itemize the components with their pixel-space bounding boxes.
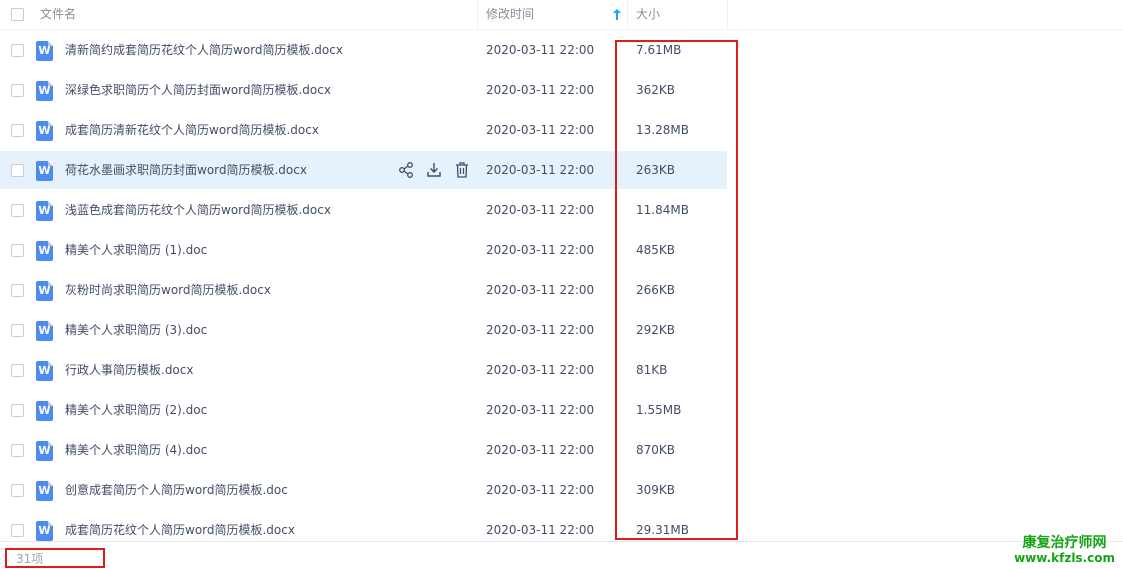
word-file-icon: W xyxy=(36,481,53,501)
file-name[interactable]: 精美个人求职简历 (2).doc xyxy=(65,391,207,429)
word-file-icon: W xyxy=(36,321,53,341)
file-modified-time: 2020-03-11 22:00 xyxy=(486,283,595,297)
column-header-modified-time[interactable]: 修改时间 xyxy=(486,0,534,29)
column-divider[interactable] xyxy=(477,0,478,29)
word-file-icon: W xyxy=(36,201,53,221)
size-column-highlight-box xyxy=(615,40,738,540)
file-name[interactable]: 浅蓝色成套简历花纹个人简历word简历模板.docx xyxy=(65,191,331,229)
file-name[interactable]: 行政人事简历模板.docx xyxy=(65,351,193,389)
row-checkbox[interactable] xyxy=(11,164,24,177)
row-checkbox[interactable] xyxy=(11,204,24,217)
file-modified-time: 2020-03-11 22:00 xyxy=(486,83,595,97)
file-modified-time: 2020-03-11 22:00 xyxy=(486,163,595,177)
row-checkbox[interactable] xyxy=(11,444,24,457)
file-name[interactable]: 成套简历清新花纹个人简历word简历模板.docx xyxy=(65,111,319,149)
file-modified-time: 2020-03-11 22:00 xyxy=(486,43,595,57)
file-name[interactable]: 精美个人求职简历 (3).doc xyxy=(65,311,207,349)
word-file-icon: W xyxy=(36,361,53,381)
word-file-icon: W xyxy=(36,441,53,461)
row-checkbox[interactable] xyxy=(11,524,24,537)
file-modified-time: 2020-03-11 22:00 xyxy=(486,403,595,417)
file-name[interactable]: 荷花水墨画求职简历封面word简历模板.docx xyxy=(65,151,307,189)
file-modified-time: 2020-03-11 22:00 xyxy=(486,203,595,217)
download-icon[interactable] xyxy=(426,161,442,179)
file-modified-time: 2020-03-11 22:00 xyxy=(486,123,595,137)
file-name[interactable]: 灰粉时尚求职简历word简历模板.docx xyxy=(65,271,271,309)
row-checkbox[interactable] xyxy=(11,84,24,97)
file-name[interactable]: 精美个人求职简历 (1).doc xyxy=(65,231,207,269)
row-checkbox[interactable] xyxy=(11,284,24,297)
row-checkbox[interactable] xyxy=(11,124,24,137)
word-file-icon: W xyxy=(36,41,53,61)
column-divider[interactable] xyxy=(627,0,628,29)
row-checkbox[interactable] xyxy=(11,484,24,497)
watermark-site-name: 康复治疗师网 xyxy=(1022,535,1107,551)
select-all-checkbox[interactable] xyxy=(11,8,24,21)
watermark: 康复治疗师网 www.kfzls.com xyxy=(1014,536,1115,566)
file-modified-time: 2020-03-11 22:00 xyxy=(486,483,595,497)
file-modified-time: 2020-03-11 22:00 xyxy=(486,363,595,377)
word-file-icon: W xyxy=(36,281,53,301)
watermark-url: www.kfzls.com xyxy=(1014,551,1115,565)
word-file-icon: W xyxy=(36,241,53,261)
row-checkbox[interactable] xyxy=(11,364,24,377)
file-modified-time: 2020-03-11 22:00 xyxy=(486,323,595,337)
share-icon[interactable] xyxy=(398,161,414,179)
file-modified-time: 2020-03-11 22:00 xyxy=(486,443,595,457)
row-checkbox[interactable] xyxy=(11,44,24,57)
word-file-icon: W xyxy=(36,401,53,421)
word-file-icon: W xyxy=(36,121,53,141)
item-count-highlight-box xyxy=(5,548,105,568)
sort-arrow-up-icon[interactable] xyxy=(612,8,622,21)
trash-icon[interactable] xyxy=(454,161,470,179)
file-name[interactable]: 深绿色求职简历个人简历封面word简历模板.docx xyxy=(65,71,331,109)
status-bar: 31项 xyxy=(0,541,1123,569)
column-header-size[interactable]: 大小 xyxy=(636,0,660,29)
word-file-icon: W xyxy=(36,161,53,181)
column-divider[interactable] xyxy=(727,0,728,29)
file-name[interactable]: 清新简约成套简历花纹个人简历word简历模板.docx xyxy=(65,31,343,69)
row-checkbox[interactable] xyxy=(11,324,24,337)
row-checkbox[interactable] xyxy=(11,244,24,257)
file-name[interactable]: 创意成套简历个人简历word简历模板.doc xyxy=(65,471,288,509)
file-list-header: 文件名 修改时间 大小 xyxy=(0,0,1123,30)
file-name[interactable]: 精美个人求职简历 (4).doc xyxy=(65,431,207,469)
row-checkbox[interactable] xyxy=(11,404,24,417)
column-header-name[interactable]: 文件名 xyxy=(40,0,76,29)
file-modified-time: 2020-03-11 22:00 xyxy=(486,243,595,257)
word-file-icon: W xyxy=(36,81,53,101)
word-file-icon: W xyxy=(36,521,53,541)
